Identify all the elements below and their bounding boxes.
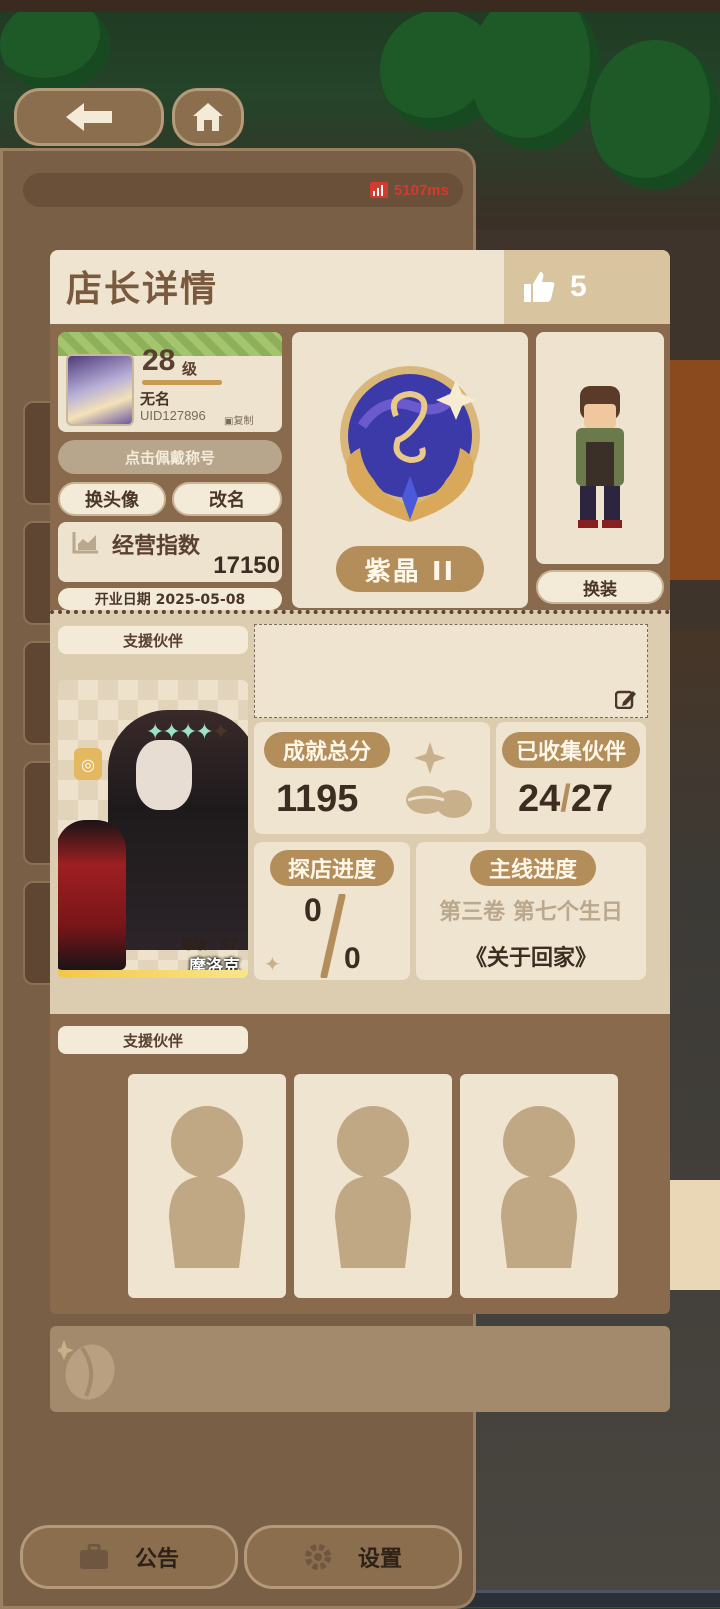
collected-value: 24/27 <box>518 778 614 820</box>
coffee-bean-icon <box>406 742 472 818</box>
home-icon <box>193 103 223 131</box>
level-bar <box>142 380 222 385</box>
arrow-left-icon <box>66 103 112 131</box>
rename-button[interactable]: 改名 <box>172 482 282 516</box>
level-unit: 级 <box>182 360 198 378</box>
player-level: 28 <box>142 344 176 377</box>
like-button[interactable]: 5 <box>504 250 670 324</box>
player-uid: UID127896 <box>140 408 206 423</box>
tree <box>0 0 110 90</box>
settings-label: 设置 <box>357 1547 402 1572</box>
footer-strip <box>50 1326 670 1412</box>
vending-machine <box>670 1180 720 1290</box>
achievement-value: 1195 <box>276 778 359 820</box>
shopkeeper-detail-modal: 店长详情 5 28 级 无名 UID127896 ▣复制 点击佩戴称号 换头像 … <box>50 250 670 1415</box>
support-partner-section: 支援伙伴 <box>50 1014 670 1314</box>
main-chapter: 第三卷 第七个生日 <box>439 900 623 925</box>
back-button[interactable] <box>14 88 164 146</box>
explore-total: 0 <box>344 942 361 975</box>
character-preview <box>536 332 664 564</box>
profile-card: 28 级 无名 UID127896 ▣复制 <box>58 332 282 432</box>
main-progress-label: 主线进度 <box>470 850 596 886</box>
collected-card: 已收集伙伴 24/27 <box>496 722 646 834</box>
profile-section: 28 级 无名 UID127896 ▣复制 点击佩戴称号 换头像 改名 经营指数… <box>50 324 670 610</box>
star-rating: ✦✦✦✦✦ <box>146 720 230 745</box>
likes-count: 5 <box>570 270 587 303</box>
open-date: 开业日期 2025-05-08 <box>58 588 282 610</box>
business-index-card: 经营指数 17150 <box>58 522 282 582</box>
partner-card[interactable]: ◎ ✦✦✦✦✦ 等级：57 摩洛克 <box>58 680 248 978</box>
thumbs-up-icon <box>524 272 555 302</box>
roof-edge <box>0 0 720 12</box>
empty-slot-silhouette-icon <box>501 1106 577 1268</box>
change-avatar-button[interactable]: 换头像 <box>58 482 166 516</box>
collected-label: 已收集伙伴 <box>502 732 640 768</box>
modal-header: 店长详情 5 <box>50 250 670 324</box>
collected-current: 24 <box>518 778 561 820</box>
avatar[interactable] <box>66 354 134 426</box>
settings-button[interactable]: 设置 <box>244 1525 462 1589</box>
collected-total: 27 <box>570 778 614 820</box>
modal-title: 店长详情 <box>66 269 219 310</box>
home-button[interactable] <box>172 88 244 146</box>
coffee-bean-icon <box>58 1340 115 1400</box>
partner-sprite <box>58 820 126 970</box>
wear-title-button[interactable]: 点击佩戴称号 <box>58 440 282 474</box>
empty-slot-silhouette-icon <box>169 1106 245 1268</box>
partner-slot-1[interactable] <box>128 1074 286 1298</box>
signal-icon <box>369 182 388 198</box>
player-name: 无名 <box>140 390 171 408</box>
tree <box>590 40 720 190</box>
chart-icon <box>72 532 98 554</box>
business-index-label: 经营指数 <box>112 534 201 559</box>
explore-label: 探店进度 <box>270 850 394 886</box>
support-partner-label: 支援伙伴 <box>58 626 248 654</box>
partner-face <box>136 740 192 810</box>
ping-text: 5107ms <box>393 181 449 199</box>
edit-icon[interactable] <box>615 689 637 709</box>
sparkle-icon: ✦ <box>264 952 281 976</box>
main-title: 《关于回家》 <box>464 946 597 971</box>
notice-label: 公告 <box>134 1547 179 1572</box>
gear-icon <box>304 1544 331 1570</box>
rank-emblem-icon <box>340 366 480 522</box>
support-partner-label-2: 支援伙伴 <box>58 1026 248 1054</box>
main-progress-card: 主线进度 第三卷 第七个生日 《关于回家》 <box>416 842 646 980</box>
tree <box>470 0 600 150</box>
rank-label: 紫晶 II <box>336 546 484 592</box>
achievement-card: 成就总分 1195 <box>254 722 490 834</box>
empty-slot-silhouette-icon <box>335 1106 411 1268</box>
element-icon: ◎ <box>74 748 102 780</box>
message-box[interactable] <box>254 624 648 718</box>
rank-card: 紫晶 II <box>292 332 528 608</box>
partner-slot-2[interactable] <box>294 1074 452 1298</box>
rarity-glow <box>58 970 248 978</box>
partner-level: 等级：57 <box>180 938 238 953</box>
ping-indicator: 5107ms <box>23 173 463 207</box>
copy-uid-button[interactable]: ▣复制 <box>224 412 253 427</box>
stats-section: 支援伙伴 ◎ ✦✦✦✦✦ 等级：57 摩洛克 成就总分 1195 已收集伙伴 2… <box>50 610 670 1018</box>
briefcase-icon <box>79 1544 108 1569</box>
business-index-value: 17150 <box>213 552 280 579</box>
character-sprite <box>576 386 624 528</box>
notice-button[interactable]: 公告 <box>20 1525 238 1589</box>
achievement-label: 成就总分 <box>264 732 390 768</box>
partner-slot-3[interactable] <box>460 1074 618 1298</box>
copy-label: 复制 <box>233 416 254 427</box>
change-outfit-button[interactable]: 换装 <box>536 570 664 604</box>
explore-card: 探店进度 0 0 ✦ <box>254 842 410 980</box>
